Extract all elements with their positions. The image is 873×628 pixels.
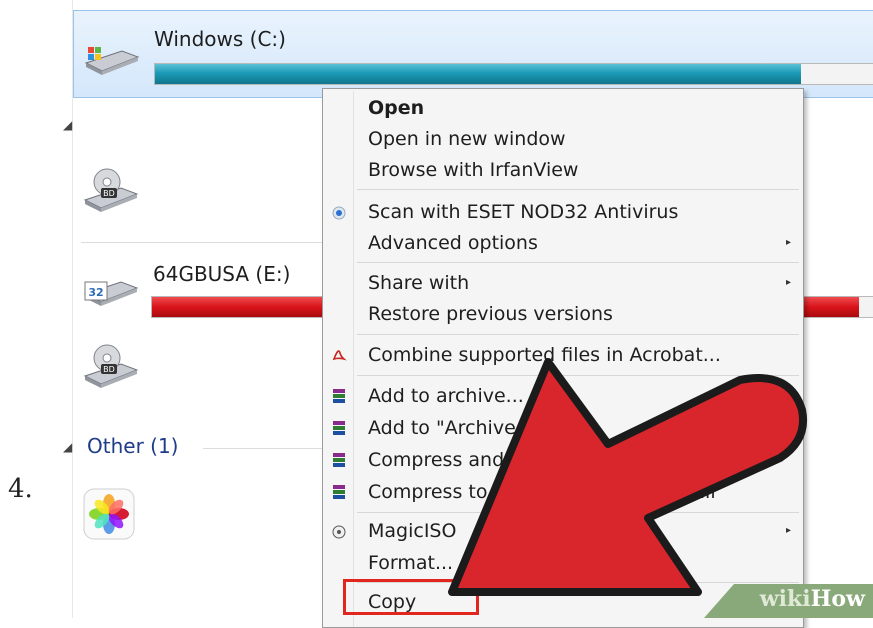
drive-c-usage-fill xyxy=(155,64,802,84)
wikihow-how: How xyxy=(810,586,865,612)
usb-drive-icon: 32 xyxy=(83,281,139,306)
menu-item-browse-irfanview[interactable]: Browse with IrfanView xyxy=(368,159,578,181)
wikihow-wiki: wiki xyxy=(759,586,811,612)
wikihow-watermark: wikiHow xyxy=(704,584,873,618)
acrobat-icon xyxy=(332,350,347,361)
wikihow-text: wikiHow xyxy=(760,586,865,612)
winrar-icon xyxy=(333,421,345,435)
photos-app-icon[interactable] xyxy=(83,488,135,540)
menu-item-share-with[interactable]: Share with xyxy=(368,272,469,294)
group-divider xyxy=(203,448,323,449)
menu-item-open[interactable]: Open xyxy=(368,97,424,119)
bd-drive-icon: BD xyxy=(83,344,139,388)
other-group-header[interactable]: Other (1) xyxy=(87,434,178,458)
svg-text:32: 32 xyxy=(88,286,103,299)
menu-separator xyxy=(357,334,799,335)
hard-drive-windows-icon xyxy=(84,47,140,75)
svg-text:BD: BD xyxy=(103,365,115,374)
menu-separator xyxy=(357,262,799,263)
submenu-arrow-icon: ▸ xyxy=(785,237,791,248)
menu-item-advanced-options[interactable]: Advanced options xyxy=(368,232,538,254)
menu-separator xyxy=(357,189,799,190)
drive-e-label[interactable]: 64GBUSA (E:) xyxy=(153,262,290,286)
magiciso-icon xyxy=(332,525,346,539)
winrar-icon xyxy=(333,453,345,467)
drive-c-row[interactable]: Windows (C:) xyxy=(73,10,873,98)
divider xyxy=(81,242,331,243)
drive-c-usage-bar xyxy=(154,63,873,85)
menu-gutter xyxy=(353,91,354,627)
menu-item-scan-eset[interactable]: Scan with ESET NOD32 Antivirus xyxy=(368,201,678,223)
submenu-arrow-icon: ▸ xyxy=(785,277,791,288)
collapse-triangle-icon[interactable]: ◢ xyxy=(63,118,72,132)
menu-item-copy[interactable]: Copy xyxy=(368,591,416,613)
step-number: 4. xyxy=(8,474,33,504)
svg-text:BD: BD xyxy=(103,189,115,198)
drive-c-label: Windows (C:) xyxy=(154,27,286,51)
winrar-icon xyxy=(333,485,345,499)
red-pointer-arrow xyxy=(448,358,807,596)
bd-drive-icon: BD xyxy=(83,168,139,212)
eset-icon xyxy=(332,206,346,220)
collapse-triangle-icon[interactable]: ◢ xyxy=(63,440,72,454)
menu-item-open-new-window[interactable]: Open in new window xyxy=(368,128,566,150)
winrar-icon xyxy=(333,389,345,403)
menu-item-restore-previous[interactable]: Restore previous versions xyxy=(368,303,613,325)
